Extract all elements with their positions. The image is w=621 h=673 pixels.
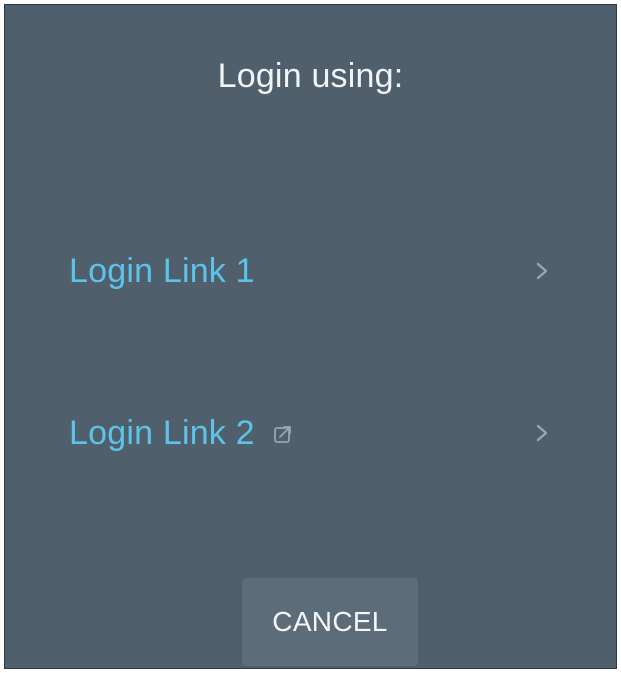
login-link-1-label: Login Link 1 (69, 251, 255, 290)
login-link-2-label: Login Link 2 (69, 413, 255, 452)
dialog-title: Login using: (217, 57, 404, 95)
login-link-1[interactable]: Login Link 1 (69, 241, 549, 301)
login-dialog: Login using: Login Link 1 Login Link 2 C… (4, 4, 617, 669)
external-link-icon (273, 426, 291, 443)
login-link-2[interactable]: Login Link 2 (69, 403, 549, 463)
chevron-right-icon (536, 262, 548, 280)
cancel-button[interactable]: CANCEL (242, 578, 418, 666)
chevron-right-icon (536, 424, 548, 442)
